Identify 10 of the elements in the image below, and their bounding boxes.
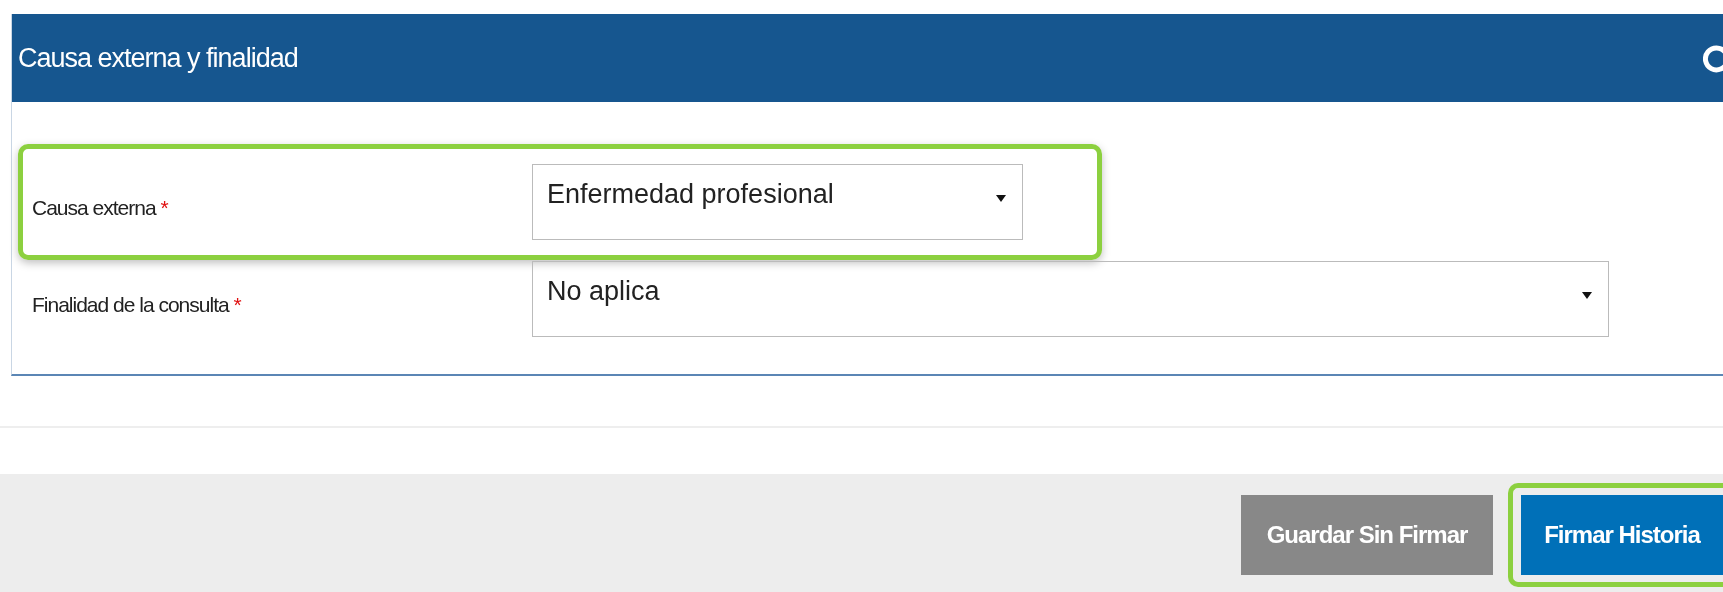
refresh-icon[interactable] bbox=[1703, 43, 1723, 73]
sign-button[interactable]: Firmar Historia bbox=[1521, 495, 1723, 575]
dropdown[interactable]: No aplica bbox=[532, 261, 1609, 337]
caret-icon bbox=[996, 193, 1006, 203]
dropdown[interactable]: Enfermedad profesional bbox=[532, 164, 1023, 240]
caret-icon bbox=[1582, 290, 1592, 300]
field-label: Causa externa * bbox=[31, 195, 169, 220]
field-label: Finalidad de la consulta * bbox=[31, 292, 242, 317]
panel-title: Causa externa y finalidad bbox=[17, 42, 298, 74]
save-button[interactable]: Guardar Sin Firmar bbox=[1241, 495, 1493, 575]
